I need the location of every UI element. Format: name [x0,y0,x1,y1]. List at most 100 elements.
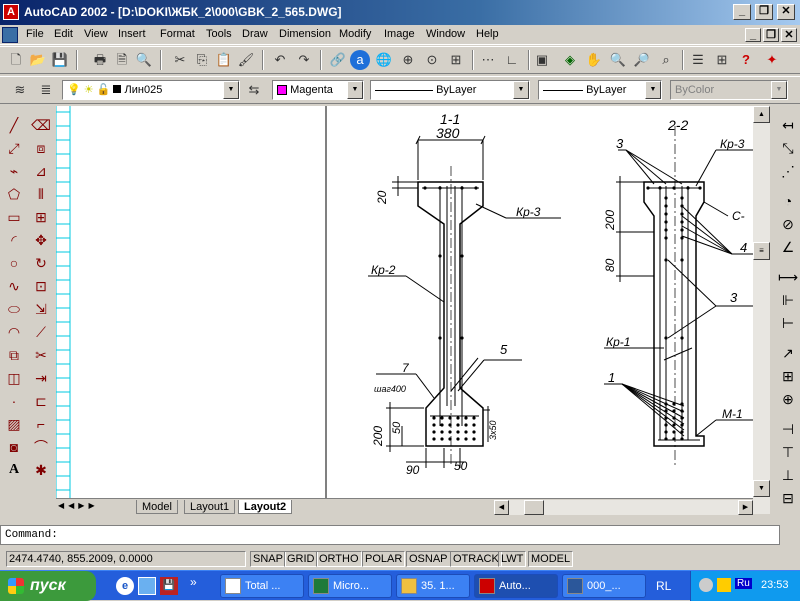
lwt-toggle[interactable]: LWT [498,551,527,567]
express-icon[interactable]: ✦ [762,50,782,70]
dimension-text-edit-icon[interactable]: ⊤ [777,441,799,463]
construction-line-icon[interactable]: ⤢ [3,137,25,159]
ucs-icon[interactable]: ⊞ [446,50,466,70]
task-excel[interactable]: Micro... [308,574,392,598]
today-icon[interactable]: a [350,50,370,70]
save-icon[interactable]: 💾 [50,50,70,70]
chevron-down-icon[interactable]: ▼ [223,81,239,99]
dimension-style-icon[interactable]: ⊟ [777,487,799,509]
point-icon[interactable]: · [3,390,25,412]
print-preview-icon[interactable]: 🗎 [112,50,132,70]
language-indicator[interactable]: Ru [735,578,752,589]
tray-app-icon[interactable] [699,578,713,592]
array-icon[interactable]: ⊞ [30,206,52,228]
start-button[interactable]: пуск [0,571,96,601]
menu-format[interactable]: Format [160,28,195,40]
doc-close-button[interactable]: ✕ [781,28,797,42]
chamfer-icon[interactable]: ⌐ [30,413,52,435]
model-toggle[interactable]: MODEL [528,551,574,567]
point-filter-icon[interactable]: ⊕ [398,50,418,70]
otrack-toggle[interactable]: OTRACK [450,551,502,567]
help-icon[interactable]: ? [736,50,756,70]
menu-image[interactable]: Image [384,28,415,40]
copy-icon[interactable]: ⎘ [192,50,212,70]
design-center-icon[interactable]: ⊞ [712,50,732,70]
redo-icon[interactable]: ↷ [294,50,314,70]
autocad-app-icon[interactable]: A [3,4,19,20]
erase-icon[interactable]: ⌫ [30,114,52,136]
ortho-toggle[interactable]: ORTHO [316,551,362,567]
language-rl[interactable]: RL [656,579,671,593]
named-views-icon[interactable]: ▣ [532,50,552,70]
extend-icon[interactable]: ⇥ [30,367,52,389]
paste-icon[interactable]: 📋 [214,50,234,70]
quick-dimension-icon[interactable]: ⟼ [777,266,799,288]
close-button[interactable]: ✕ [777,4,795,20]
chevron-down-icon[interactable]: ▼ [347,81,363,99]
menu-insert[interactable]: Insert [118,28,146,40]
line-icon[interactable]: ╱ [3,114,25,136]
new-icon[interactable]: 🗋 [6,50,26,70]
coordinates[interactable]: 2474.4740, 855.2009, 0.0000 [6,551,246,567]
menu-help[interactable]: Help [476,28,499,40]
minimize-button[interactable]: _ [733,4,751,20]
task-35[interactable]: 35. 1... [396,574,470,598]
task-autocad[interactable]: Auto... [474,574,558,598]
multiline-text-icon[interactable]: A [3,459,25,481]
arc-icon[interactable]: ◜ [3,229,25,251]
layer-previous-icon[interactable]: ⇆ [244,80,264,100]
tray-speaker-icon[interactable] [717,578,731,592]
angular-dimension-icon[interactable]: ∠ [777,236,799,258]
osnap-toggle[interactable]: OSNAP [406,551,451,567]
polygon-icon[interactable]: ⬠ [3,183,25,205]
offset-icon[interactable]: ⫴ [30,183,52,205]
insert-block-icon[interactable]: ⧉ [3,344,25,366]
ellipse-icon[interactable]: ⬭ [3,298,25,320]
properties-icon[interactable]: ☰ [688,50,708,70]
chevron-down-icon[interactable]: ▼ [645,81,661,99]
lineweight-select[interactable]: ByLayer ▼ [538,80,662,100]
command-line[interactable]: Command: [0,525,780,545]
diameter-dimension-icon[interactable]: ⊘ [777,213,799,235]
drawing-canvas[interactable]: 1-1 380 20 Кр-3 Кр-2 7 5 шаг400 90 50 20… [56,106,753,498]
dimension-edit-icon[interactable]: ⊣ [777,418,799,440]
hatch-icon[interactable]: ▨ [3,413,25,435]
layer-select[interactable]: 💡 ☀ 🔓 Лин025 ▼ [62,80,240,100]
more-chevron-icon[interactable]: » [190,575,197,589]
tab-navigation-icon[interactable]: ◀◀▶▶ [58,501,114,514]
open-icon[interactable]: 📂 [28,50,48,70]
task-word[interactable]: 000_... [562,574,646,598]
task-total-commander[interactable]: Total ... [220,574,304,598]
scroll-thumb[interactable]: ≡ [753,242,770,260]
linear-dimension-icon[interactable]: ↤ [777,114,799,136]
explode-icon[interactable]: ✱ [30,459,52,481]
rotate-icon[interactable]: ↻ [30,252,52,274]
print-icon[interactable]: 🖶 [90,50,110,70]
menu-tools[interactable]: Tools [206,28,232,40]
ucs-axes-icon[interactable]: ∟ [502,50,522,70]
scale-icon[interactable]: ⊡ [30,275,52,297]
baseline-dimension-icon[interactable]: ⊩ [777,289,799,311]
snap-toggle[interactable]: SNAP [250,551,286,567]
undo-icon[interactable]: ↶ [270,50,290,70]
chevron-down-icon[interactable]: ▼ [513,81,529,99]
desktop-quicklaunch-icon[interactable] [138,577,156,595]
pan-icon[interactable]: ✋ [584,50,604,70]
hscroll-thumb[interactable] [524,500,544,515]
vertical-scrollbar[interactable]: ▲ ≡ ▼ [753,106,770,514]
find-icon[interactable]: 🔍 [134,50,154,70]
doc-minimize-button[interactable]: _ [745,28,761,42]
aligned-dimension-icon[interactable]: ⤡ [777,137,799,159]
continue-dimension-icon[interactable]: ⊢ [777,312,799,334]
tab-model[interactable]: Model [136,500,178,514]
doc-restore-button[interactable]: ❐ [763,28,779,42]
hyperlink-icon[interactable]: 🔗 [328,50,348,70]
ie-quicklaunch-icon[interactable]: e [116,577,134,595]
linetype-select[interactable]: ByLayer ▼ [370,80,530,100]
zoom-previous-icon[interactable]: ⌕ [656,50,676,70]
make-block-icon[interactable]: ◫ [3,367,25,389]
match-properties-icon[interactable]: 🖌 [236,50,256,70]
fillet-icon[interactable]: ⌒ [30,436,52,458]
leader-icon[interactable]: ↗ [777,342,799,364]
menu-dimension[interactable]: Dimension [279,28,331,40]
